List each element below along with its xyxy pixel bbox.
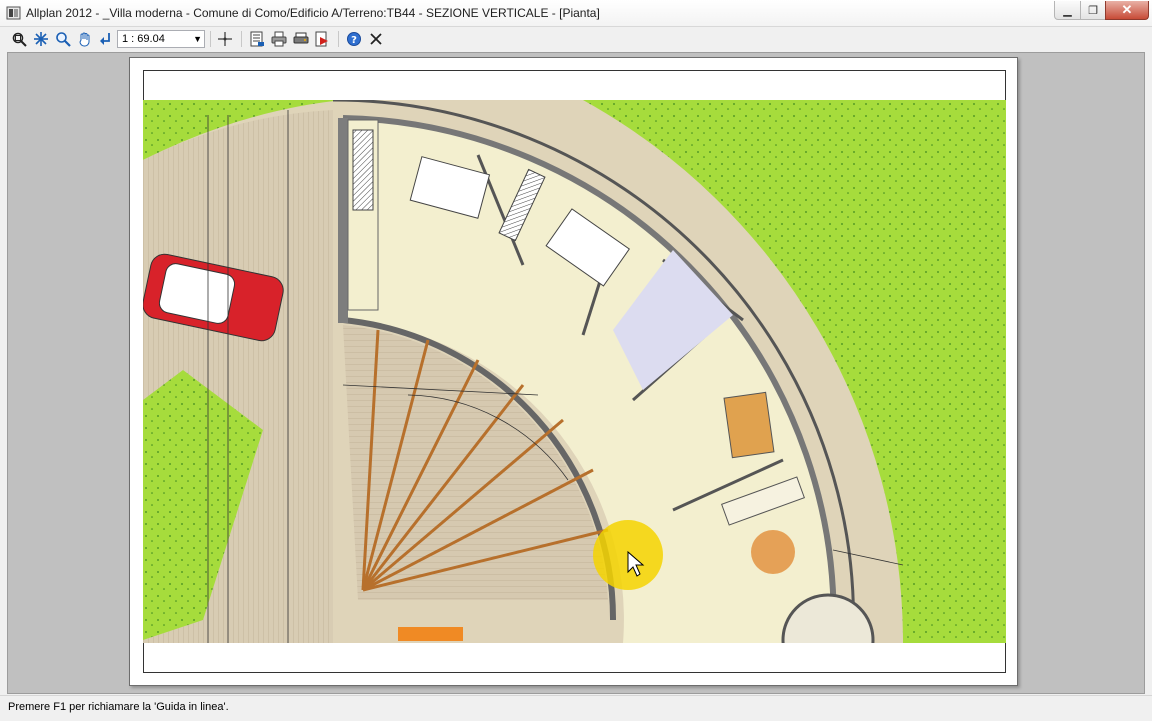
close-button[interactable]: ✕ bbox=[1105, 1, 1149, 20]
print-button[interactable] bbox=[270, 30, 288, 48]
undo-view-icon bbox=[100, 33, 110, 45]
undo-view-button[interactable] bbox=[97, 30, 115, 48]
pan-hand-icon bbox=[79, 32, 90, 47]
toolbar-separator bbox=[210, 31, 211, 47]
kitchen-orange-unit bbox=[398, 627, 463, 641]
pan-button[interactable] bbox=[76, 30, 94, 48]
minimize-icon: ▁ bbox=[1063, 4, 1072, 17]
preview-toolbar: 1 : 69.04 ▼ ? bbox=[0, 27, 1152, 51]
sheet-settings-button[interactable] bbox=[248, 30, 266, 48]
zoom-window-button[interactable] bbox=[10, 30, 28, 48]
print-icon bbox=[271, 31, 287, 47]
plotter-button[interactable] bbox=[292, 30, 310, 48]
status-bar: Premere F1 per richiamare la 'Guida in l… bbox=[0, 695, 1152, 721]
zoom-window-icon bbox=[12, 32, 27, 47]
status-text: Premere F1 per richiamare la 'Guida in l… bbox=[8, 701, 229, 713]
window-title: Allplan 2012 - _Villa moderna - Comune d… bbox=[26, 6, 600, 20]
regen-icon bbox=[34, 32, 48, 46]
dropdown-icon: ▼ bbox=[193, 34, 202, 44]
allplan-app-icon bbox=[6, 5, 22, 21]
help-icon: ? bbox=[347, 32, 361, 46]
sheet-settings-icon bbox=[250, 31, 264, 47]
pdf-export-icon bbox=[315, 31, 328, 47]
plotter-icon bbox=[293, 32, 309, 44]
toolbar-separator bbox=[241, 31, 242, 47]
scale-value: 1 : 69.04 bbox=[122, 33, 165, 45]
title-bar[interactable]: Allplan 2012 - _Villa moderna - Comune d… bbox=[0, 0, 1152, 27]
maximize-icon: ❐ bbox=[1088, 4, 1098, 17]
maximize-button[interactable]: ❐ bbox=[1080, 1, 1106, 20]
floor-plan-drawing[interactable] bbox=[143, 100, 1006, 643]
help-button[interactable]: ? bbox=[345, 30, 363, 48]
west-wall bbox=[338, 118, 348, 323]
close-preview-icon bbox=[370, 33, 382, 45]
pdf-export-button[interactable] bbox=[313, 30, 331, 48]
minimize-button[interactable]: ▁ bbox=[1054, 1, 1081, 20]
regen-button[interactable] bbox=[32, 30, 50, 48]
zoom-button[interactable] bbox=[54, 30, 72, 48]
wardrobe-1 bbox=[352, 129, 374, 211]
close-preview-button[interactable] bbox=[367, 30, 385, 48]
crosshair-icon bbox=[218, 32, 232, 46]
toolbar-separator bbox=[338, 31, 339, 47]
crosshair-button[interactable] bbox=[216, 30, 234, 48]
scale-combobox[interactable]: 1 : 69.04 ▼ bbox=[117, 30, 205, 48]
zoom-icon bbox=[56, 32, 71, 47]
round-rug bbox=[751, 530, 795, 574]
dining-table bbox=[723, 391, 775, 459]
close-icon: ✕ bbox=[1121, 2, 1133, 17]
svg-text:?: ? bbox=[351, 35, 357, 46]
